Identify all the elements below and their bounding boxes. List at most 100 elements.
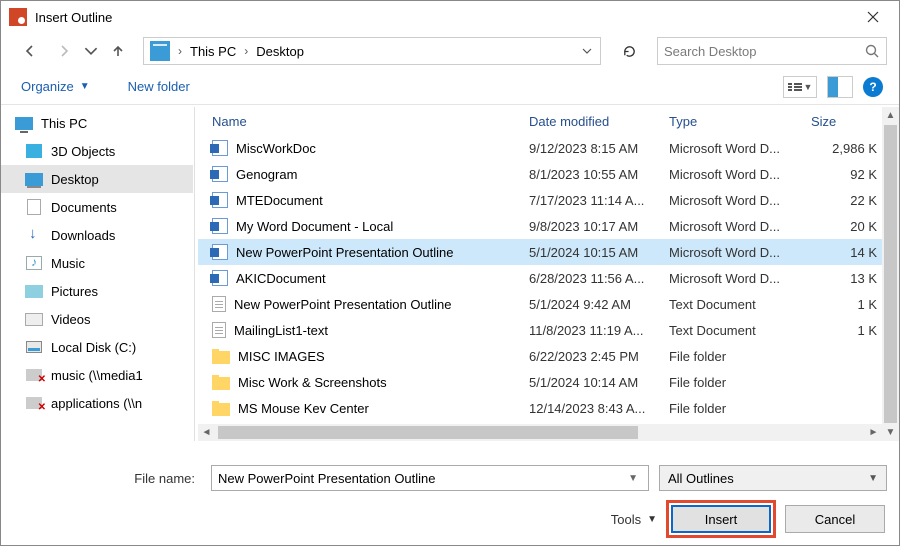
filename-label: File name: (13, 471, 201, 486)
tree-label: applications (\\n (51, 396, 142, 411)
breadcrumb[interactable]: › This PC › Desktop (143, 37, 601, 65)
forward-button[interactable] (49, 37, 79, 65)
file-type: Microsoft Word D... (663, 193, 805, 208)
horizontal-scrollbar[interactable]: ◄► (198, 424, 882, 441)
folder-icon (212, 351, 230, 364)
recent-dropdown[interactable] (83, 37, 99, 65)
help-button[interactable]: ? (863, 77, 883, 97)
tree-item[interactable]: music (\\media1 (1, 361, 193, 389)
word-icon (212, 192, 228, 208)
tree-item-this-pc[interactable]: This PC (1, 109, 193, 137)
word-icon (212, 244, 228, 260)
file-size: 22 K (805, 193, 881, 208)
tree-item[interactable]: Desktop (1, 165, 193, 193)
file-size: 20 K (805, 219, 881, 234)
tree-label: Downloads (51, 228, 115, 243)
file-type: Microsoft Word D... (663, 167, 805, 182)
filename-combobox[interactable]: ▼ (211, 465, 649, 491)
file-date: 6/22/2023 2:45 PM (523, 349, 663, 364)
file-date: 11/8/2023 11:19 A... (523, 323, 663, 338)
file-name: New PowerPoint Presentation Outline (234, 297, 452, 312)
filetype-filter[interactable]: All Outlines ▼ (659, 465, 887, 491)
file-list[interactable]: MiscWorkDoc9/12/2023 8:15 AMMicrosoft Wo… (198, 135, 899, 441)
column-type[interactable]: Type (663, 107, 805, 135)
file-row[interactable]: New PowerPoint Presentation Outline5/1/2… (198, 291, 899, 317)
tree-label: Videos (51, 312, 91, 327)
column-name[interactable]: Name (198, 107, 523, 135)
refresh-button[interactable] (615, 37, 643, 65)
file-row[interactable]: MISC IMAGES6/22/2023 2:45 PMFile folder (198, 343, 899, 369)
breadcrumb-segment[interactable]: Desktop (252, 44, 308, 59)
file-size: 92 K (805, 167, 881, 182)
search-box[interactable] (657, 37, 887, 65)
chevron-down-icon: ▼ (868, 473, 878, 484)
folder-icon (212, 377, 230, 390)
file-row[interactable]: AKICDocument6/28/2023 11:56 A...Microsof… (198, 265, 899, 291)
close-button[interactable] (851, 2, 895, 32)
tree-label: Music (51, 256, 85, 271)
tree-item[interactable]: Local Disk (C:) (1, 333, 193, 361)
file-type: Microsoft Word D... (663, 219, 805, 234)
file-row[interactable]: MailingList1-text11/8/2023 11:19 A...Tex… (198, 317, 899, 343)
cancel-button[interactable]: Cancel (785, 505, 885, 533)
tree-item[interactable]: Documents (1, 193, 193, 221)
tree-label: Documents (51, 200, 117, 215)
tree-item[interactable]: Videos (1, 305, 193, 333)
pc-icon (15, 117, 33, 130)
nav-tree[interactable]: This PC 3D ObjectsDesktop Documents Downlo… (1, 107, 193, 441)
column-date[interactable]: Date modified (523, 107, 663, 135)
file-size: 1 K (805, 297, 881, 312)
chevron-right-icon: › (174, 44, 186, 58)
netx-icon (26, 397, 42, 409)
up-button[interactable] (103, 37, 133, 65)
file-name: MS Mouse Kev Center (238, 401, 369, 416)
insert-button[interactable]: Insert (671, 505, 771, 533)
organize-menu[interactable]: Organize▼ (17, 75, 94, 98)
tree-label: music (\\media1 (51, 368, 143, 383)
column-size[interactable]: Size (805, 107, 881, 135)
file-row[interactable]: MTEDocument7/17/2023 11:14 A...Microsoft… (198, 187, 899, 213)
search-input[interactable] (664, 44, 864, 59)
tree-item[interactable]: Downloads (1, 221, 193, 249)
chevron-down-icon[interactable]: ▼ (624, 473, 642, 484)
file-name: MiscWorkDoc (236, 141, 316, 156)
view-options-button[interactable]: ▼ (783, 76, 817, 98)
file-row[interactable]: Misc Work & Screenshots5/1/2024 10:14 AM… (198, 369, 899, 395)
folder-icon (212, 403, 230, 416)
download-icon (26, 228, 42, 242)
file-type: Microsoft Word D... (663, 141, 805, 156)
filename-input[interactable] (218, 471, 624, 486)
tools-menu[interactable]: Tools▼ (611, 512, 657, 527)
file-name: MTEDocument (236, 193, 323, 208)
column-headers[interactable]: Name Date modified Type Size (198, 107, 899, 135)
file-row[interactable]: My Word Document - Local9/8/2023 10:17 A… (198, 213, 899, 239)
tree-item[interactable]: 3D Objects (1, 137, 193, 165)
tree-item[interactable]: applications (\\n (1, 389, 193, 417)
scrollbar-thumb[interactable] (218, 426, 638, 439)
tree-item[interactable]: Pictures (1, 277, 193, 305)
outer-scrollbar[interactable]: ▲▼ (882, 107, 899, 441)
tree-item[interactable]: Music (1, 249, 193, 277)
file-date: 6/28/2023 11:56 A... (523, 271, 663, 286)
file-row[interactable]: New PowerPoint Presentation Outline5/1/2… (198, 239, 899, 265)
file-type: File folder (663, 349, 805, 364)
back-button[interactable] (15, 37, 45, 65)
txt-icon (212, 322, 226, 338)
breadcrumb-dropdown[interactable] (576, 48, 598, 54)
file-row[interactable]: Genogram8/1/2023 10:55 AMMicrosoft Word … (198, 161, 899, 187)
tree-label: Local Disk (C:) (51, 340, 136, 355)
file-name: New PowerPoint Presentation Outline (236, 245, 454, 260)
word-icon (212, 166, 228, 182)
file-row[interactable]: MiscWorkDoc9/12/2023 8:15 AMMicrosoft Wo… (198, 135, 899, 161)
desktop-icon (25, 173, 43, 186)
file-row[interactable]: MS Mouse Kev Center12/14/2023 8:43 A...F… (198, 395, 899, 421)
breadcrumb-segment[interactable]: This PC (186, 44, 240, 59)
file-date: 12/14/2023 8:43 A... (523, 401, 663, 416)
tree-label: Pictures (51, 284, 98, 299)
tree-label: This PC (41, 116, 87, 131)
preview-pane-button[interactable] (827, 76, 853, 98)
vid-icon (25, 313, 43, 326)
file-type: Microsoft Word D... (663, 271, 805, 286)
file-type: File folder (663, 375, 805, 390)
new-folder-button[interactable]: New folder (124, 75, 194, 98)
